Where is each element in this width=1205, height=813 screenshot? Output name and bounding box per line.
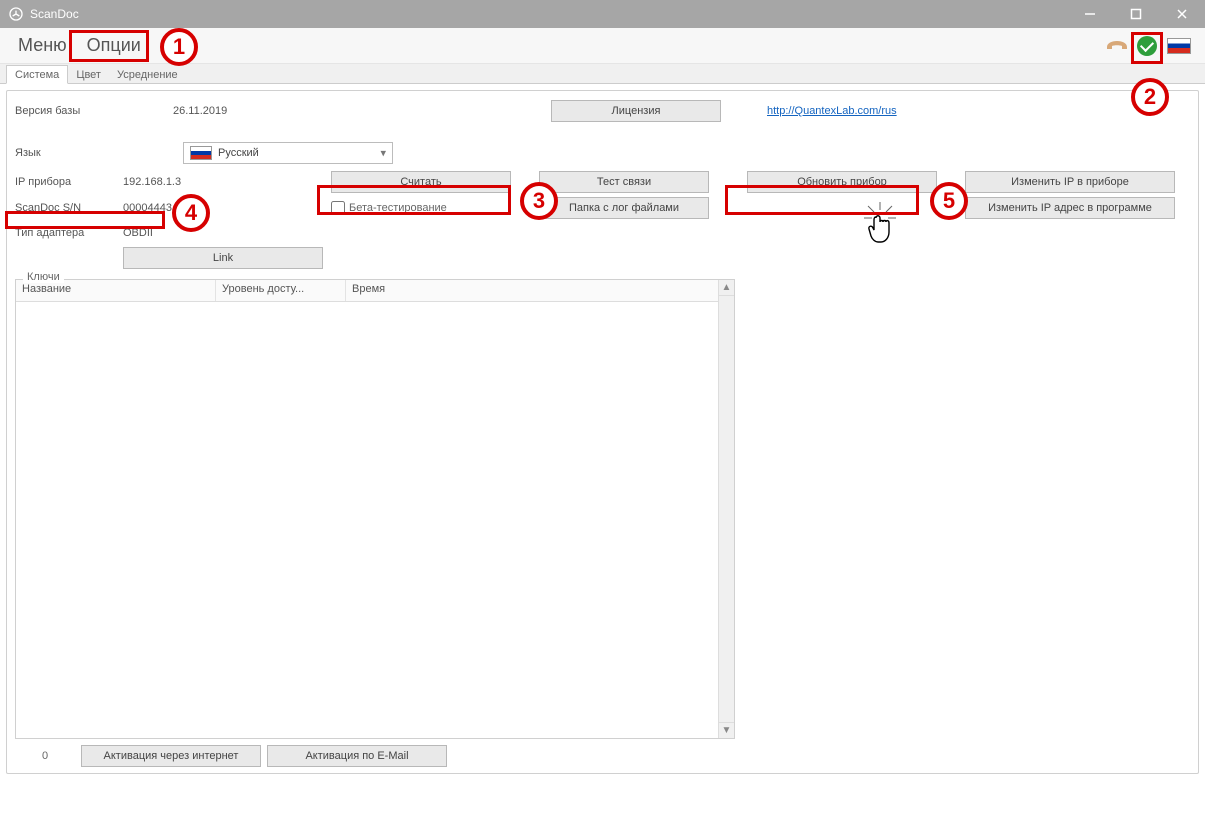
keys-scrollbar[interactable]: ▲ ▼ — [718, 280, 734, 738]
keys-header: Название Уровень досту... Время — [16, 280, 718, 302]
site-link[interactable]: http://QuantexLab.com/rus — [767, 105, 897, 117]
annotation-circle-2: 2 — [1131, 78, 1169, 116]
language-select[interactable]: Русский ▾ — [183, 142, 393, 164]
menu-item-options[interactable]: Опции — [77, 31, 151, 60]
flag-ru-icon — [190, 146, 212, 160]
keys-body — [16, 302, 718, 738]
keys-legend: Ключи — [23, 271, 64, 283]
annotation-circle-5: 5 — [930, 182, 968, 220]
adapter-label: Тип адаптера — [15, 223, 115, 243]
tab-averaging[interactable]: Усреднение — [109, 66, 186, 83]
system-panel: Версия базы 26.11.2019 Лицензия http://Q… — [6, 90, 1199, 774]
db-version-value: 26.11.2019 — [173, 105, 543, 117]
content: Версия базы 26.11.2019 Лицензия http://Q… — [0, 84, 1205, 780]
window-controls — [1067, 0, 1205, 28]
flag-ru-icon[interactable] — [1167, 38, 1191, 54]
menu-item-menu[interactable]: Меню — [8, 31, 77, 60]
read-button[interactable]: Считать — [331, 171, 511, 193]
keys-panel: Ключи Название Уровень досту... Время ▲ … — [15, 279, 735, 767]
maximize-button[interactable] — [1113, 0, 1159, 28]
status-ok-icon[interactable] — [1137, 36, 1157, 56]
keys-count: 0 — [15, 750, 75, 762]
close-button[interactable] — [1159, 0, 1205, 28]
logs-button[interactable]: Папка с лог файлами — [539, 197, 709, 219]
subtabs: Система Цвет Усреднение — [0, 64, 1205, 84]
change-ip-device-button[interactable]: Изменить IP в приборе — [965, 171, 1175, 193]
app-icon — [8, 6, 24, 22]
db-version-label: Версия базы — [15, 105, 165, 117]
activate-internet-button[interactable]: Активация через интернет — [81, 745, 261, 767]
scroll-up-icon[interactable]: ▲ — [719, 280, 734, 296]
minimize-button[interactable] — [1067, 0, 1113, 28]
sn-label: ScanDoc S/N — [15, 198, 115, 218]
activation-row: 0 Активация через интернет Активация по … — [15, 745, 735, 767]
ip-label: IP прибора — [15, 172, 115, 192]
update-button[interactable]: Обновить прибор — [747, 171, 937, 193]
chevron-down-icon: ▾ — [380, 147, 386, 160]
beta-checkbox[interactable]: Бета-тестирование — [331, 201, 447, 215]
link-button[interactable]: Link — [123, 247, 323, 269]
phone-icon[interactable] — [1105, 37, 1127, 55]
tab-system[interactable]: Система — [6, 65, 68, 84]
language-value: Русский — [218, 147, 259, 159]
activate-email-button[interactable]: Активация по E-Mail — [267, 745, 447, 767]
ip-value: 192.168.1.3 — [123, 172, 323, 192]
keys-col-name[interactable]: Название — [16, 280, 216, 301]
change-ip-program-button[interactable]: Изменить IP адрес в программе — [965, 197, 1175, 219]
license-button[interactable]: Лицензия — [551, 100, 721, 122]
test-button[interactable]: Тест связи — [539, 171, 709, 193]
sn-value: 00004443 — [123, 198, 323, 218]
language-label: Язык — [15, 147, 175, 159]
titlebar: ScanDoc — [0, 0, 1205, 28]
keys-col-access[interactable]: Уровень досту... — [216, 280, 346, 301]
annotation-circle-3: 3 — [520, 182, 558, 220]
app-title: ScanDoc — [30, 7, 1067, 21]
tab-color[interactable]: Цвет — [68, 66, 109, 83]
annotation-circle-4: 4 — [172, 194, 210, 232]
annotation-circle-1: 1 — [160, 28, 198, 66]
keys-col-time[interactable]: Время — [346, 280, 718, 301]
adapter-value: OBDII — [123, 223, 323, 243]
scroll-down-icon[interactable]: ▼ — [719, 722, 734, 738]
